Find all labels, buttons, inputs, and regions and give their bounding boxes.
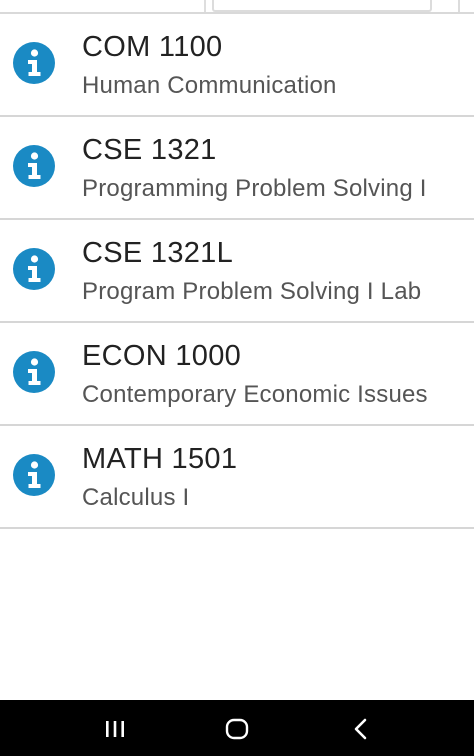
course-title: Programming Problem Solving I: [82, 175, 427, 202]
course-code: CSE 1321L: [82, 237, 234, 269]
course-row[interactable]: ECON 1000 Contemporary Economic Issues: [0, 323, 474, 426]
info-icon[interactable]: [13, 454, 55, 496]
toolbar-segment-left[interactable]: [0, 0, 206, 12]
course-row[interactable]: CSE 1321 Programming Problem Solving I: [0, 117, 474, 220]
toolbar-divider: [458, 0, 460, 12]
top-toolbar: [0, 0, 474, 14]
course-title: Calculus I: [82, 484, 190, 511]
course-code: COM 1100: [82, 31, 223, 63]
course-row[interactable]: COM 1100 Human Communication: [0, 14, 474, 117]
info-icon[interactable]: [13, 351, 55, 393]
home-icon[interactable]: [222, 714, 252, 744]
course-list: COM 1100 Human Communication CSE 1321 Pr…: [0, 14, 474, 529]
system-navigation-bar: [0, 700, 474, 756]
back-icon[interactable]: [346, 714, 376, 744]
toolbar-segment-box[interactable]: [212, 0, 432, 12]
course-row[interactable]: CSE 1321L Program Problem Solving I Lab: [0, 220, 474, 323]
recents-icon[interactable]: [100, 714, 130, 744]
info-icon[interactable]: [13, 145, 55, 187]
course-list-screen: COM 1100 Human Communication CSE 1321 Pr…: [0, 0, 474, 756]
course-title: Human Communication: [82, 72, 337, 99]
course-title: Program Problem Solving I Lab: [82, 278, 422, 305]
course-row[interactable]: MATH 1501 Calculus I: [0, 426, 474, 529]
course-code: ECON 1000: [82, 340, 242, 372]
course-code: MATH 1501: [82, 443, 238, 475]
course-title: Contemporary Economic Issues: [82, 381, 428, 408]
info-icon[interactable]: [13, 248, 55, 290]
course-code: CSE 1321: [82, 134, 217, 166]
info-icon[interactable]: [13, 42, 55, 84]
